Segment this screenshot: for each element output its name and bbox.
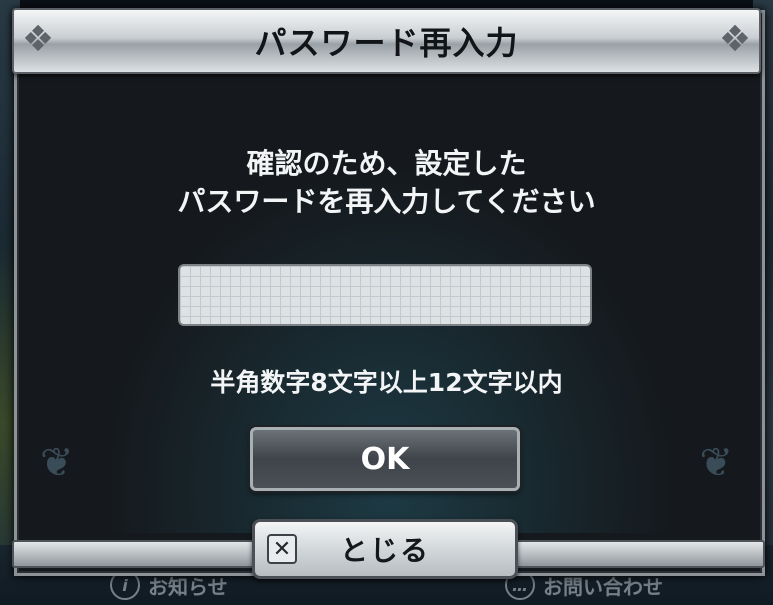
side-ornament-left-icon: ❦ (40, 440, 74, 486)
password-input[interactable] (178, 264, 592, 326)
message-line-2: パスワードを再入力してください (177, 185, 596, 218)
title-ornament-right-icon: ❖ (718, 19, 752, 60)
dialog-title: パスワード再入力 (254, 24, 519, 62)
title-ornament-left-icon: ❖ (21, 19, 55, 60)
close-button[interactable]: ✕ とじる (252, 519, 518, 579)
ok-button[interactable]: OK (250, 427, 520, 491)
close-label: とじる (339, 534, 430, 567)
password-hint: 半角数字8文字以上12文字以内 (210, 368, 563, 397)
dialog-message: 確認のため、設定した パスワードを再入力してください (0, 145, 773, 221)
close-icon: ✕ (267, 534, 297, 564)
message-line-1: 確認のため、設定した (246, 147, 527, 180)
side-ornament-right-icon: ❦ (699, 440, 733, 486)
dialog-title-bar: ❖ パスワード再入力 ❖ (12, 8, 761, 74)
